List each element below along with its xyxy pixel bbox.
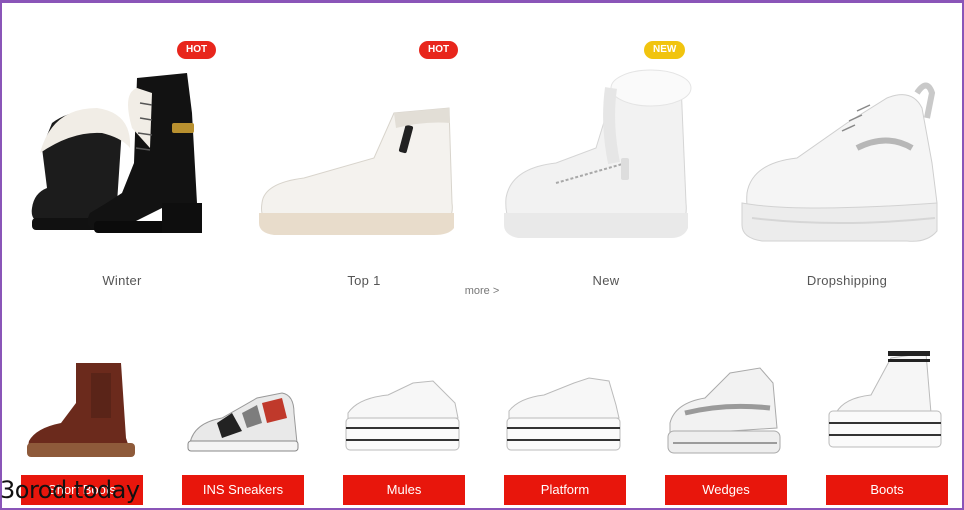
hot-badge: HOT xyxy=(177,41,217,59)
boots-button[interactable]: Boots xyxy=(826,475,948,505)
chunky-sneaker-image xyxy=(741,82,938,242)
hot-badge: HOT xyxy=(419,41,459,59)
category-new[interactable]: NEW New xyxy=(496,33,716,288)
white-ankle-boot-image xyxy=(259,107,454,235)
platform-sneaker-image xyxy=(506,377,621,451)
brown-chelsea-boot-image xyxy=(27,363,135,457)
mules-button[interactable]: Mules xyxy=(343,475,465,505)
category-dropshipping[interactable]: Dropshipping xyxy=(737,33,957,288)
more-link[interactable]: more > xyxy=(2,285,962,297)
winter-boots-image xyxy=(31,73,202,233)
subcategory-boots[interactable]: Boots xyxy=(826,333,948,508)
subcategory-ins-sneakers[interactable]: INS Sneakers xyxy=(182,333,304,508)
white-fur-boot-image xyxy=(504,69,692,238)
subcategory-row: Short Boots INS Sneakers Mules Platform … xyxy=(2,333,962,508)
category-row: HOT Winter HOT Top 1 NEW New Dropshippin… xyxy=(2,3,962,288)
platform-mule-image xyxy=(345,380,460,451)
ins-sneakers-button[interactable]: INS Sneakers xyxy=(182,475,304,505)
ins-sneaker-image xyxy=(187,392,299,452)
subcategory-wedges[interactable]: Wedges xyxy=(665,333,787,508)
category-winter[interactable]: HOT Winter xyxy=(12,33,232,288)
subcategory-mules[interactable]: Mules xyxy=(343,333,465,508)
wedges-button[interactable]: Wedges xyxy=(665,475,787,505)
chunky-wedge-sneaker-image xyxy=(667,367,781,454)
subcategory-platform[interactable]: Platform xyxy=(504,333,626,508)
platform-button[interactable]: Platform xyxy=(504,475,626,505)
platform-high-top-boot-image xyxy=(828,351,942,448)
page-frame: HOT Winter HOT Top 1 NEW New Dropshippin… xyxy=(0,0,964,510)
new-badge: NEW xyxy=(644,41,686,59)
category-top-1[interactable]: HOT Top 1 xyxy=(254,33,474,288)
watermark-text: 3orod.today xyxy=(0,476,140,504)
